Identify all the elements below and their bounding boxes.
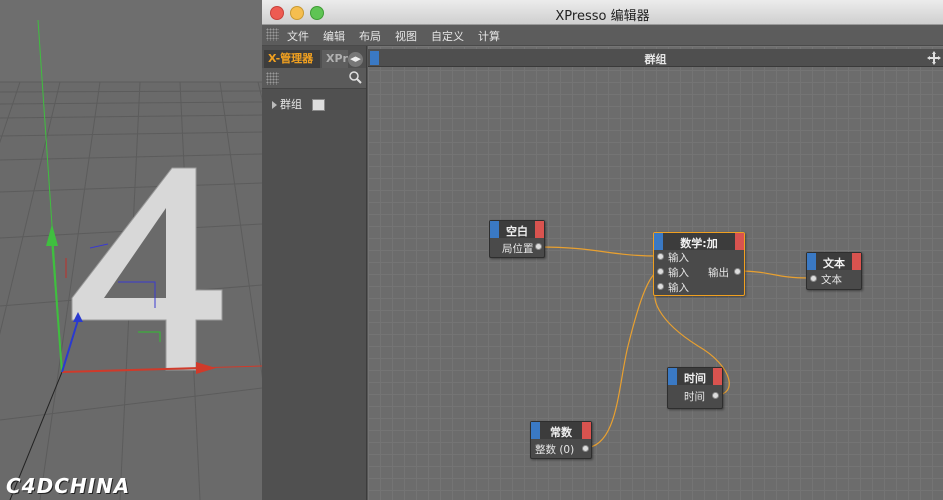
- menu-customize[interactable]: 自定义: [431, 28, 464, 44]
- menu-calculate[interactable]: 计算: [478, 28, 500, 44]
- node-output-port-icon[interactable]: [735, 233, 744, 250]
- null-object-node[interactable]: 空白 局位置: [489, 220, 545, 258]
- node-output-port-icon[interactable]: [582, 422, 591, 439]
- menu-edit[interactable]: 编辑: [323, 28, 345, 44]
- input-port-dot[interactable]: [657, 268, 664, 275]
- grip-icon[interactable]: [266, 72, 279, 85]
- text-node[interactable]: 文本 文本: [806, 252, 862, 290]
- math-add-node[interactable]: 数学:加 输入 输入 输入 输出: [653, 232, 745, 296]
- port-label: 文本: [821, 274, 842, 286]
- xpresso-window: XPresso 编辑器 文件 编辑 布局 视图 自定义 计算 X-管理器 XPr…: [262, 0, 943, 500]
- output-port-dot[interactable]: [535, 243, 542, 250]
- port-label: 局位置: [502, 243, 534, 255]
- output-port-dot[interactable]: [582, 445, 589, 452]
- title-bar[interactable]: XPresso 编辑器: [262, 0, 943, 25]
- menu-bar: 文件 编辑 布局 视图 自定义 计算: [262, 25, 943, 46]
- grip-icon[interactable]: [266, 28, 279, 41]
- time-node[interactable]: 时间 时间: [667, 367, 723, 409]
- input-port-dot[interactable]: [810, 275, 817, 282]
- panel-tabs: X-管理器 XPr ◀▶: [262, 48, 366, 68]
- viewport-scene: [0, 0, 262, 500]
- wire-math-to-text: [736, 270, 810, 279]
- window-title: XPresso 编辑器: [555, 9, 650, 24]
- xmanager-panel: X-管理器 XPr ◀▶ 群组: [262, 46, 367, 500]
- tree-item-group[interactable]: 群组: [272, 96, 325, 112]
- output-port-dot[interactable]: [734, 268, 741, 275]
- search-icon[interactable]: [348, 70, 362, 84]
- 3d-viewport[interactable]: C4DCHINA: [0, 0, 262, 500]
- port-label: 输出: [708, 267, 729, 279]
- node-editor[interactable]: 群组 空白 局位置 数学:加 输入 输入 输入 输出 文本 文本 时间 时间 常…: [368, 46, 943, 500]
- panel-toolbar: [262, 68, 366, 89]
- menu-layout[interactable]: 布局: [359, 28, 381, 44]
- port-label: 时间: [684, 391, 705, 403]
- tab-xpool[interactable]: XPr: [322, 50, 348, 68]
- input-port-dot[interactable]: [657, 253, 664, 260]
- constant-node[interactable]: 常数 整数 (0): [530, 421, 592, 459]
- port-label: 输入: [668, 267, 689, 279]
- node-output-port-icon[interactable]: [535, 221, 544, 238]
- xpresso-tag-icon: [312, 99, 325, 111]
- wire-const-to-math: [583, 270, 660, 449]
- port-label: 输入: [668, 282, 689, 294]
- port-label: 输入: [668, 252, 689, 264]
- node-output-port-icon[interactable]: [852, 253, 861, 270]
- input-port-dot[interactable]: [657, 283, 664, 290]
- menu-file[interactable]: 文件: [287, 28, 309, 44]
- tab-scroll-arrows-icon[interactable]: ◀▶: [348, 52, 363, 67]
- expand-arrow-icon[interactable]: [272, 101, 277, 109]
- node-title: 数学:加: [680, 237, 718, 250]
- port-label: 整数 (0): [535, 444, 575, 456]
- node-output-port-icon[interactable]: [713, 368, 722, 385]
- menu-view[interactable]: 视图: [395, 28, 417, 44]
- wire-null-to-math: [538, 246, 660, 257]
- tab-xmanager[interactable]: X-管理器: [264, 50, 320, 68]
- tree-item-label: 群组: [280, 98, 302, 111]
- watermark: C4DCHINA: [6, 474, 131, 498]
- output-port-dot[interactable]: [712, 392, 719, 399]
